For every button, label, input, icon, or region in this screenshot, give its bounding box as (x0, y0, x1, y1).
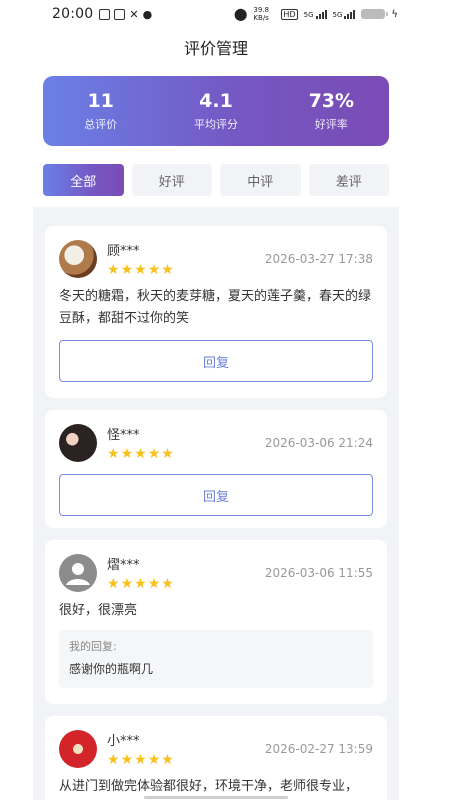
tab-all[interactable]: 全部 (43, 164, 124, 196)
review-card: 小*** ★ ★ ★ ★ ★ 2026-02-27 13:59 从进门到做完体验… (45, 716, 387, 800)
review-list: 顾*** ★ ★ ★ ★ ★ 2026-03-27 17:38 冬天的糖霜，秋天… (33, 207, 399, 800)
stat-label: 好评率 (314, 118, 348, 131)
user-name: 怪*** (107, 428, 140, 443)
avatar (59, 424, 97, 462)
status-bar: 20:00 ✕ ● ⬤ 39.8 KB/s HD 5G 5G ϟ (0, 0, 450, 28)
user-name: 熠*** (107, 558, 140, 573)
signal-1: 5G (304, 9, 327, 19)
stats-card: 11 总评价 4.1 平均评分 73% 好评率 (43, 76, 389, 146)
tab-positive[interactable]: 好评 (131, 164, 212, 196)
app-icon (114, 8, 126, 20)
star-icon: ★ (134, 446, 147, 462)
review-header: 熠*** ★ ★ ★ ★ ★ 2026-03-06 11:55 (59, 554, 373, 594)
star-icon: ★ (107, 576, 120, 592)
tab-negative[interactable]: 差评 (308, 164, 389, 196)
net-speed: 39.8 KB/s (253, 6, 270, 22)
star-icon: ★ (134, 576, 147, 592)
star-icon: ★ (134, 262, 147, 278)
rating-stars: ★ ★ ★ ★ ★ (107, 577, 174, 591)
star-icon: ★ (120, 446, 134, 462)
user-info: 怪*** ★ ★ ★ ★ ★ (107, 424, 174, 461)
stat-value: 4.1 (199, 90, 233, 112)
tools-icon: ✕ (129, 7, 139, 21)
signal-2-label: 5G (332, 11, 343, 19)
stat-label: 总评价 (84, 118, 118, 131)
stat-total: 11 总评价 (44, 90, 158, 132)
star-icon: ★ (147, 752, 161, 768)
user-info: 小*** ★ ★ ★ ★ ★ (107, 730, 174, 767)
my-reply-text: 感谢你的瓶啊几 (69, 662, 154, 676)
location-icon: ⬤ (233, 7, 248, 21)
review-header: 小*** ★ ★ ★ ★ ★ 2026-02-27 13:59 (59, 730, 373, 770)
status-right: ⬤ 39.8 KB/s HD 5G 5G ϟ (234, 6, 398, 22)
signal-bars-icon (315, 9, 327, 19)
status-time: 20:00 (52, 6, 94, 22)
signal-2: 5G (333, 9, 356, 19)
tab-neutral[interactable]: 中评 (220, 164, 301, 196)
stat-value: 11 (87, 90, 114, 112)
review-date: 2026-03-06 21:24 (264, 436, 373, 450)
user-name: 小*** (107, 734, 140, 749)
stat-label: 平均评分 (193, 118, 238, 131)
my-reply-box: 我的回复: 感谢你的瓶啊几 (59, 630, 373, 688)
battery-icon (361, 9, 389, 19)
filter-tabs: 全部 好评 中评 差评 (43, 164, 389, 196)
review-date: 2026-03-27 17:38 (264, 252, 373, 266)
stat-average: 4.1 平均评分 (159, 90, 273, 132)
my-reply-label: 我的回复: (69, 640, 117, 653)
star-icon: ★ (120, 262, 134, 278)
avatar (59, 554, 97, 592)
star-icon: ★ (161, 262, 174, 278)
notification-icon (99, 8, 111, 20)
star-icon: ★ (161, 576, 174, 592)
avatar (59, 730, 97, 768)
avatar (59, 240, 97, 278)
default-avatar-icon (59, 554, 97, 592)
signal-bars-icon (344, 9, 356, 19)
summary-panel: 11 总评价 4.1 平均评分 73% 好评率 全部 好评 中评 差评 (33, 66, 399, 207)
star-icon: ★ (147, 576, 161, 592)
charging-icon: ϟ (391, 8, 398, 20)
review-content: 从进门到做完体验都很好，环境干净，老师很专业， (59, 779, 359, 794)
stat-value: 73% (308, 90, 355, 112)
review-date: 2026-03-06 11:55 (264, 566, 373, 580)
review-header: 顾*** ★ ★ ★ ★ ★ 2026-03-27 17:38 (59, 240, 373, 280)
star-icon: ★ (134, 752, 147, 768)
star-icon: ★ (107, 446, 120, 462)
page-title: 评价管理 (183, 39, 248, 58)
star-icon: ★ (161, 446, 174, 462)
star-icon: ★ (120, 752, 134, 768)
review-card: 怪*** ★ ★ ★ ★ ★ 2026-03-06 21:24 回复 (45, 410, 387, 528)
status-left-icons: ✕ ● (99, 8, 152, 21)
rating-stars: ★ ★ ★ ★ ★ (107, 753, 174, 767)
home-indicator[interactable] (144, 796, 288, 799)
review-header: 怪*** ★ ★ ★ ★ ★ 2026-03-06 21:24 (59, 424, 373, 464)
user-info: 顾*** ★ ★ ★ ★ ★ (107, 240, 174, 277)
rating-stars: ★ ★ ★ ★ ★ (107, 263, 174, 277)
app-container: 评价管理 11 总评价 4.1 平均评分 73% 好评率 全部 好评 中评 差评 (33, 28, 399, 800)
review-content: 冬天的糖霜，秋天的麦芽糖，夏天的莲子羹，春天的绿豆酥，都甜不过你的笑 (59, 289, 372, 326)
review-content: 很好，很漂亮 (59, 603, 138, 618)
review-card: 熠*** ★ ★ ★ ★ ★ 2026-03-06 11:55 很好，很漂亮 我… (45, 540, 387, 704)
page-header: 评价管理 (33, 28, 399, 66)
reply-button[interactable]: 回复 (59, 474, 373, 516)
user-name: 顾*** (107, 244, 140, 259)
star-icon: ★ (147, 446, 161, 462)
review-card: 顾*** ★ ★ ★ ★ ★ 2026-03-27 17:38 冬天的糖霜，秋天… (45, 226, 387, 398)
star-icon: ★ (147, 262, 161, 278)
star-icon: ★ (107, 752, 120, 768)
user-info: 熠*** ★ ★ ★ ★ ★ (107, 554, 174, 591)
message-icon: ● (142, 7, 153, 21)
stat-positive-rate: 73% 好评率 (274, 90, 388, 132)
rating-stars: ★ ★ ★ ★ ★ (107, 447, 174, 461)
star-icon: ★ (120, 576, 134, 592)
hd-badge: HD (281, 8, 298, 20)
star-icon: ★ (161, 752, 174, 768)
star-icon: ★ (107, 262, 120, 278)
signal-1-label: 5G (303, 11, 314, 19)
reply-button[interactable]: 回复 (59, 340, 373, 382)
review-date: 2026-02-27 13:59 (264, 742, 373, 756)
